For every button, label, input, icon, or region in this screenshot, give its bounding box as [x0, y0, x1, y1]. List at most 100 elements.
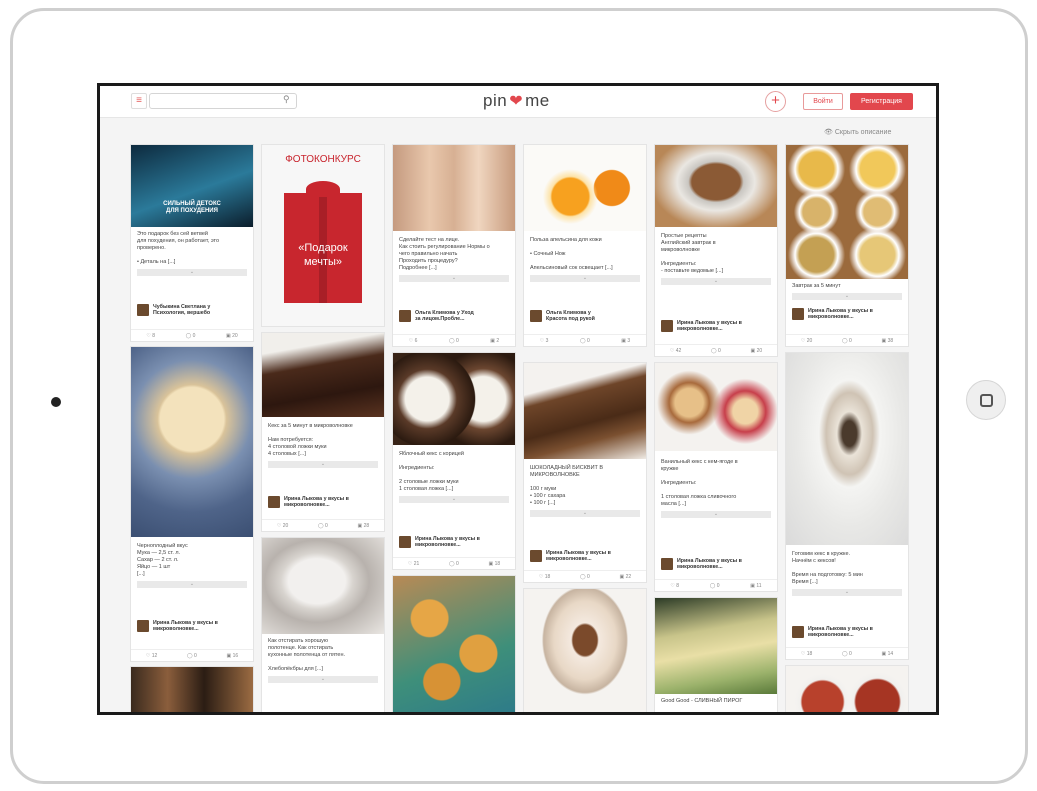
pin-card[interactable]: Простые рецепты Английский завтрак в мик…	[654, 144, 778, 357]
pin-author[interactable]: Ирина Лыкова у вкусы в микроволновке...	[661, 317, 771, 335]
pin-card[interactable]: Good Good - СЛИВНЫЙ ПИРОГ	[654, 597, 778, 712]
repins-count[interactable]: ▣ 18	[488, 561, 500, 567]
pin-image[interactable]	[131, 667, 253, 712]
likes-count[interactable]: ♡ 20	[801, 338, 812, 344]
pin-card[interactable]: Завтрак за 5 минут ⌄ Ирина Лыкова у вкус…	[785, 144, 909, 347]
likes-count[interactable]: ♡ 20	[277, 523, 288, 529]
search-input[interactable]	[149, 93, 297, 109]
logo[interactable]: pin ❤ me	[483, 91, 550, 111]
repins-count[interactable]: ▣ 2	[490, 338, 499, 344]
pin-author[interactable]: Ирина Лыкова у вкусы в микроволновке...	[137, 617, 247, 635]
comments-count[interactable]: ◯ 0	[580, 338, 590, 344]
expand-bar[interactable]: ⌄	[792, 589, 902, 596]
login-button[interactable]: Войти	[803, 93, 843, 110]
pin-card[interactable]: ФОТОКОНКУРС «Подарок мечты»	[261, 144, 385, 327]
repins-count[interactable]: ▣ 20	[750, 348, 762, 354]
pin-card[interactable]	[523, 588, 647, 712]
repins-count[interactable]: ▣ 28	[357, 523, 369, 529]
pin-author[interactable]: Ирина Лыкова у вкусы в микроволновке...	[268, 493, 378, 511]
comments-count[interactable]: ◯ 0	[842, 651, 852, 657]
expand-bar[interactable]: ⌄	[399, 275, 509, 282]
pin-author[interactable]: Ирина Лыкова у вкусы в микроволновке...	[530, 547, 640, 565]
pin-card[interactable]: ШОКОЛАДНЫЙ БИСКВИТ В МИКРОВОЛНОВКЕ 100 г…	[523, 362, 647, 583]
pin-image[interactable]	[262, 538, 384, 634]
likes-count[interactable]: ♡ 18	[801, 651, 812, 657]
pin-card[interactable]: Как отстирать хорошую полотенце. Как отс…	[261, 537, 385, 712]
comments-count[interactable]: ◯ 0	[449, 338, 459, 344]
likes-count[interactable]: ♡ 8	[670, 583, 679, 589]
likes-count[interactable]: ♡ 3	[540, 338, 549, 344]
pin-image[interactable]	[131, 347, 253, 537]
comments-count[interactable]: ◯ 0	[710, 583, 720, 589]
repins-count[interactable]: ▣ 3	[621, 338, 630, 344]
hide-descriptions-link[interactable]: 👁 Скрыть описание	[824, 128, 891, 136]
pin-card[interactable]: Сделайте тест на лице. Как стоить регули…	[392, 144, 516, 347]
pin-image[interactable]	[524, 363, 646, 459]
pin-author[interactable]: Чубыкина Светлана у Психология, вершебо	[137, 301, 247, 319]
repins-count[interactable]: ▣ 14	[881, 651, 893, 657]
expand-bar[interactable]: ⌄	[399, 496, 509, 503]
pin-author[interactable]: Ольга Климова у Красота под рукой	[530, 307, 640, 325]
comments-count[interactable]: ◯ 0	[187, 653, 197, 659]
expand-bar[interactable]: ⌄	[661, 511, 771, 518]
pin-author[interactable]: Ирина Лыкова у вкусы в микроволновке...	[399, 533, 509, 551]
pin-card[interactable]: Черноплодный вкус Мука — 2,5 ст. л. Саха…	[130, 346, 254, 662]
pin-card[interactable]: Кекс за 5 минут в микроволновке Нам потр…	[261, 332, 385, 532]
pin-image[interactable]	[786, 666, 908, 712]
home-button[interactable]	[966, 380, 1006, 420]
pin-image[interactable]	[786, 145, 908, 279]
hamburger-icon[interactable]: ≡	[131, 93, 147, 109]
likes-count[interactable]: ♡ 42	[670, 348, 681, 354]
repins-count[interactable]: ▣ 11	[750, 583, 761, 589]
comments-count[interactable]: ◯ 0	[842, 338, 852, 344]
repins-count[interactable]: ▣ 16	[226, 653, 238, 659]
pin-card[interactable]	[130, 666, 254, 712]
expand-bar[interactable]: ⌄	[137, 581, 247, 588]
pin-author[interactable]: Ирина Лыкова у вкусы в микроволновке...	[661, 555, 771, 573]
comments-count[interactable]: ◯ 0	[711, 348, 721, 354]
comments-count[interactable]: ◯ 0	[318, 523, 328, 529]
likes-count[interactable]: ♡ 18	[539, 574, 550, 580]
pin-image[interactable]	[524, 589, 646, 712]
likes-count[interactable]: ♡ 21	[408, 561, 419, 567]
comments-count[interactable]: ◯ 0	[580, 574, 590, 580]
pin-image[interactable]	[262, 333, 384, 417]
pin-author[interactable]: Ольга Климова у Уход за лицом.Пробле...	[399, 307, 509, 325]
repins-count[interactable]: ▣ 20	[226, 333, 238, 339]
pin-image[interactable]	[524, 145, 646, 231]
pin-card[interactable]	[785, 665, 909, 712]
pin-card[interactable]: Ванильный кекс с кем-ягоде в кружке Ингр…	[654, 362, 778, 592]
expand-bar[interactable]: ⌄	[661, 278, 771, 285]
pin-image[interactable]	[393, 353, 515, 445]
plus-icon[interactable]: +	[765, 91, 786, 112]
comments-count[interactable]: ◯ 0	[186, 333, 196, 339]
magnifier-icon[interactable]: ⚲	[283, 94, 290, 105]
pin-card[interactable]: Готовим кекс в кружке. Начнём с кексов! …	[785, 352, 909, 660]
pin-image[interactable]	[655, 363, 777, 451]
pin-image[interactable]	[393, 145, 515, 231]
pin-image[interactable]	[786, 353, 908, 545]
pin-card[interactable]: Яблочный кекс с корицей Ингредиенты: 2 с…	[392, 352, 516, 570]
expand-bar[interactable]: ⌄	[268, 461, 378, 468]
expand-bar[interactable]: ⌄	[268, 676, 378, 683]
repins-count[interactable]: ▣ 22	[619, 574, 631, 580]
pin-author[interactable]: Ирина Лыкова у вкусы в микроволновке...	[792, 623, 902, 641]
expand-bar[interactable]: ⌄	[530, 275, 640, 282]
likes-count[interactable]: ♡ 12	[146, 653, 157, 659]
pin-image[interactable]: СИЛЬНЫЙ ДЕТОКС ДЛЯ ПОХУДЕНИЯ	[131, 145, 253, 227]
likes-count[interactable]: ♡ 8	[146, 333, 155, 339]
pin-card[interactable]: СИЛЬНЫЙ ДЕТОКС ДЛЯ ПОХУДЕНИЯ Это подарок…	[130, 144, 254, 342]
expand-bar[interactable]: ⌄	[530, 510, 640, 517]
pin-image[interactable]	[393, 576, 515, 712]
repins-count[interactable]: ▣ 38	[881, 338, 893, 344]
pin-image[interactable]	[655, 145, 777, 227]
comments-count[interactable]: ◯ 0	[449, 561, 459, 567]
pin-author[interactable]: Ирина Лыкова у вкусы в микроволновке...	[792, 305, 902, 323]
expand-bar[interactable]: ⌄	[137, 269, 247, 276]
pin-card[interactable]: Польза апельсина для кожи • Сочный Нож А…	[523, 144, 647, 347]
register-button[interactable]: Регистрация	[850, 93, 913, 110]
pin-card[interactable]	[392, 575, 516, 712]
expand-bar[interactable]: ⌄	[792, 293, 902, 300]
pin-image[interactable]	[655, 598, 777, 694]
likes-count[interactable]: ♡ 6	[409, 338, 418, 344]
